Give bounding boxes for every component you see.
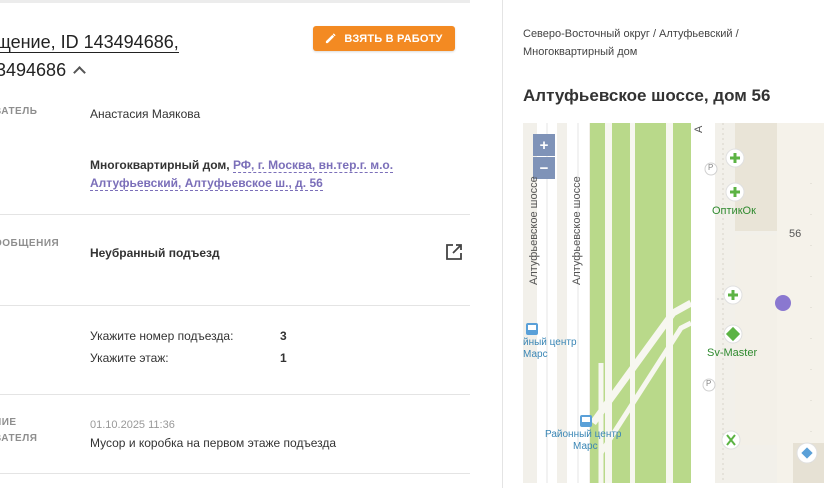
entrance-label: Укажите номер подъезда: <box>90 329 234 343</box>
external-link-icon[interactable] <box>445 243 463 261</box>
author-label: ВАТЕЛЬ <box>0 106 38 117</box>
message-label: ООБЩЕНИЯ <box>0 238 60 249</box>
author-name: Анастасия Маякова <box>90 107 201 121</box>
bus-stop-label: йный центр <box>523 337 577 348</box>
breadcrumb-line-1: Северо-Восточный округ / Алтуфьевский / <box>523 28 739 40</box>
section-divider <box>0 394 470 395</box>
location-breadcrumb: Северо-Восточный округ / Алтуфьевский / … <box>523 25 803 61</box>
take-to-work-label: ВЗЯТЬ В РАБОТУ <box>344 32 443 45</box>
poi-label-optik[interactable]: ОптикОк <box>712 205 756 217</box>
object-address-link-1[interactable]: РФ, г. Москва, вн.тер.г. м.о. <box>232 158 394 173</box>
breadcrumb-line-2: Многоквартирный дом <box>523 46 638 58</box>
description-date: 01.10.2025 11:36 <box>90 419 175 431</box>
floor-value: 1 <box>280 351 287 365</box>
top-divider <box>0 0 470 3</box>
bus-stop-icon[interactable] <box>580 415 592 427</box>
location-address: Алтуфьевское шоссе, дом 56 <box>523 86 771 105</box>
bus-stop-label: Марс <box>523 349 548 360</box>
bus-stop-label: Районный центр <box>545 429 622 440</box>
parking-label: P <box>706 379 712 388</box>
bus-stop-label: Марс <box>573 441 598 452</box>
pharmacy-icon[interactable] <box>725 148 745 168</box>
description-label-2: ВАТЕЛЯ <box>0 433 38 444</box>
message-topic: Неубранный подъезд <box>90 246 220 260</box>
map[interactable]: + − Алтуфьевское шоссе Алтуфьевское шосс… <box>523 123 824 483</box>
bus-stop-icon[interactable] <box>526 323 538 335</box>
house-number: 56 <box>789 228 802 240</box>
street-label: Алтуфьевское шоссе <box>571 176 583 285</box>
floor-label: Укажите этаж: <box>90 351 169 365</box>
object-address: Многоквартирный дом, РФ, г. Москва, вн.т… <box>90 156 410 192</box>
location-panel: Северо-Восточный округ / Алтуфьевский / … <box>503 0 824 488</box>
street-label: Алтуфьевское шоссе <box>528 176 540 285</box>
request-title-line1: щение, ID 143494686, <box>0 32 179 53</box>
place-icon[interactable] <box>796 442 818 464</box>
chevron-up-icon[interactable] <box>73 66 86 79</box>
location-marker[interactable] <box>775 295 791 311</box>
object-type: Многоквартирный дом, <box>90 158 230 172</box>
parking-label: P <box>708 163 714 172</box>
pencil-icon <box>326 33 337 44</box>
pharmacy-icon[interactable] <box>725 182 745 202</box>
scissors-icon[interactable] <box>721 430 741 450</box>
request-title-second-line: 3494686 <box>0 56 86 84</box>
take-to-work-button[interactable]: ВЗЯТЬ В РАБОТУ <box>313 26 455 51</box>
section-divider <box>0 473 470 474</box>
pharmacy-icon[interactable] <box>723 285 743 305</box>
shop-icon[interactable] <box>723 324 743 344</box>
zoom-in-button[interactable]: + <box>533 134 555 156</box>
entrance-value: 3 <box>280 329 287 343</box>
section-divider <box>0 214 470 215</box>
poi-label-svmaster[interactable]: Sv-Master <box>707 347 757 359</box>
object-address-link-2[interactable]: Алтуфьевский, Алтуфьевское ш., д. 56 <box>90 176 323 191</box>
request-title-line2: 3494686 <box>0 60 67 80</box>
section-divider <box>0 305 470 306</box>
request-details-panel: щение, ID 143494686, 3494686 ВЗЯТЬ В РАБ… <box>0 0 502 488</box>
description-label-1: НИЕ <box>0 417 17 428</box>
description-text: Мусор и коробка на первом этаже подъезда <box>90 436 337 450</box>
request-title: щение, ID 143494686, <box>0 28 179 56</box>
street-label: А <box>693 125 705 133</box>
